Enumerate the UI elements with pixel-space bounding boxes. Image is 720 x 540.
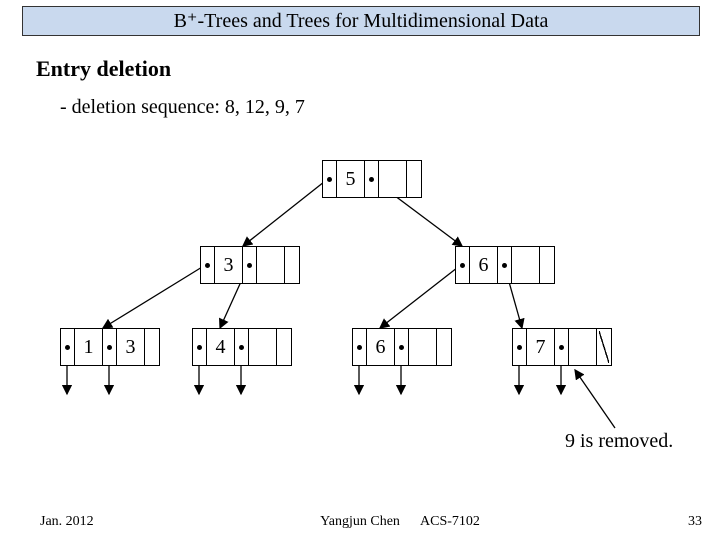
key-cell: 7 [527, 329, 555, 365]
node-root: 5 [322, 160, 422, 198]
key-cell: 4 [207, 329, 235, 365]
pointer-dot [103, 329, 117, 365]
key-cell-empty [379, 161, 407, 197]
pointer-dot [365, 161, 379, 197]
node-internal-right: 6 [455, 246, 555, 284]
node-leaf-3: 7 [512, 328, 612, 366]
key-cell: 1 [75, 329, 103, 365]
pointer-dot [201, 247, 215, 283]
key-cell-empty [257, 247, 285, 283]
pointer-dot [555, 329, 569, 365]
key-cell-empty [249, 329, 277, 365]
footer-author: Yangjun Chen [0, 514, 720, 530]
pointer-dot [243, 247, 257, 283]
node-leaf-1: 4 [192, 328, 292, 366]
annotation-text: 9 is removed. [565, 430, 673, 453]
pointer-dot [323, 161, 337, 197]
slide-title-bar: B⁺-Trees and Trees for Multidimensional … [22, 6, 700, 36]
footer-course-code: ACS-7102 [420, 514, 480, 530]
key-cell-empty [409, 329, 437, 365]
key-cell: 3 [117, 329, 145, 365]
pointer-null [597, 329, 611, 365]
pointer-dot [456, 247, 470, 283]
pointer-dot [498, 247, 512, 283]
pointer-empty [407, 161, 421, 197]
pointer-dot [353, 329, 367, 365]
pointer-empty [437, 329, 451, 365]
pointer-dot [61, 329, 75, 365]
key-cell-empty [569, 329, 597, 365]
node-leaf-0: 1 3 [60, 328, 160, 366]
pointer-dot [235, 329, 249, 365]
pointer-empty [540, 247, 554, 283]
pointer-empty [285, 247, 299, 283]
pointer-dot [193, 329, 207, 365]
node-leaf-2: 6 [352, 328, 452, 366]
section-heading: Entry deletion [36, 56, 171, 82]
key-cell: 6 [470, 247, 498, 283]
pointer-empty [145, 329, 159, 365]
key-cell: 3 [215, 247, 243, 283]
pointer-empty [277, 329, 291, 365]
deletion-sequence-text: - deletion sequence: 8, 12, 9, 7 [60, 96, 305, 119]
key-cell: 5 [337, 161, 365, 197]
pointer-dot [395, 329, 409, 365]
key-cell: 6 [367, 329, 395, 365]
node-internal-left: 3 [200, 246, 300, 284]
slide-title: B⁺-Trees and Trees for Multidimensional … [174, 10, 549, 32]
key-cell-empty [512, 247, 540, 283]
footer-page-number: 33 [688, 514, 702, 530]
pointer-dot [513, 329, 527, 365]
